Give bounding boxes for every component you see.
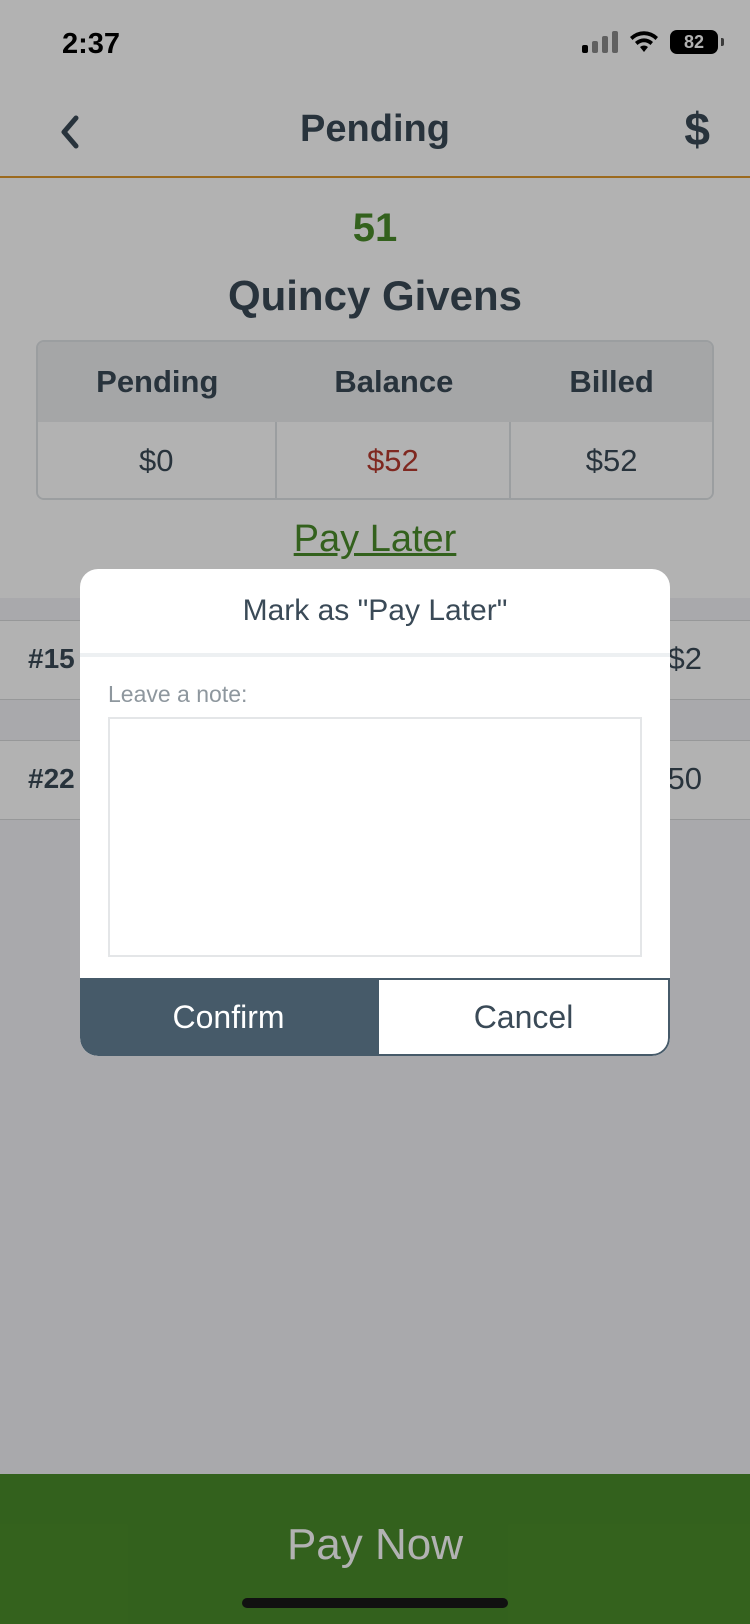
dialog-title: Mark as "Pay Later": [80, 569, 670, 657]
cancel-button[interactable]: Cancel: [377, 978, 670, 1056]
pay-later-dialog: Mark as "Pay Later" Leave a note: Confir…: [80, 569, 670, 1056]
note-textarea[interactable]: [108, 717, 642, 957]
home-indicator[interactable]: [242, 1598, 508, 1608]
confirm-button[interactable]: Confirm: [80, 978, 377, 1056]
dialog-actions: Confirm Cancel: [80, 978, 670, 1056]
note-label: Leave a note:: [108, 681, 248, 707]
